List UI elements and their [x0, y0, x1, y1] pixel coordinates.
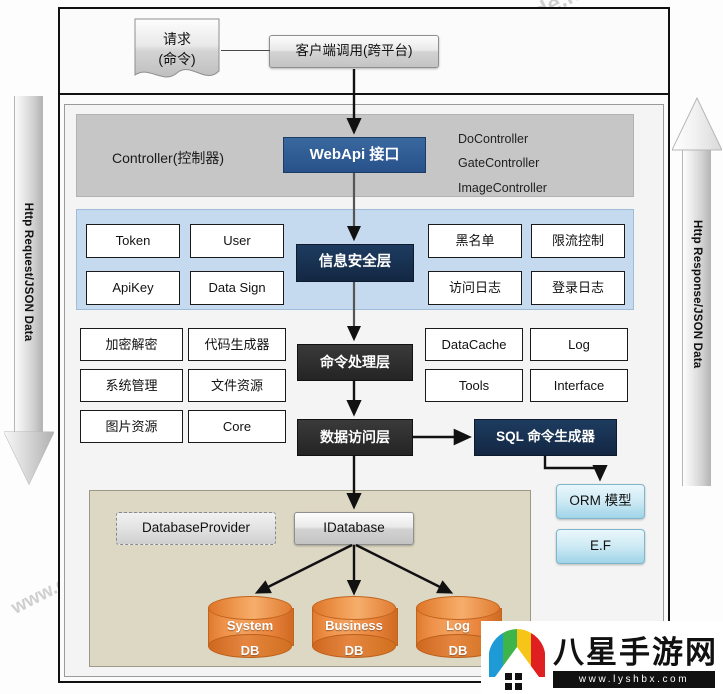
database-label: Business DB	[312, 614, 396, 663]
database-system-db[interactable]: System DB	[208, 596, 294, 658]
controller-item: DoController	[458, 132, 529, 146]
request-node[interactable]: 请求 (命令)	[131, 15, 223, 87]
security-item-rate-limit[interactable]: 限流控制	[531, 224, 625, 258]
command-item-interface[interactable]: Interface	[530, 369, 628, 402]
logo-grid-icon	[505, 673, 522, 690]
command-item-core[interactable]: Core	[188, 410, 286, 443]
diagram-canvas: www.cscode.net www.cscode.net C/S框架网 www…	[0, 0, 723, 694]
security-item-blacklist[interactable]: 黑名单	[428, 224, 522, 258]
ef-node[interactable]: E.F	[556, 529, 645, 564]
command-item-file-res[interactable]: 文件资源	[188, 369, 286, 402]
database-name: System	[226, 618, 274, 633]
security-item-access-log[interactable]: 访问日志	[428, 271, 522, 305]
security-item-apikey[interactable]: ApiKey	[86, 271, 180, 305]
security-item-token[interactable]: Token	[86, 224, 180, 258]
security-layer-node[interactable]: 信息安全层	[296, 244, 414, 282]
command-item-encrypt[interactable]: 加密解密	[80, 328, 183, 361]
http-request-arrow: Http Request/JSON Data	[4, 96, 54, 486]
database-label: System DB	[208, 614, 292, 663]
controller-list: DoController GateController ImageControl…	[458, 127, 618, 200]
webapi-node[interactable]: WebApi 接口	[283, 137, 426, 173]
connector-request-to-client	[221, 50, 270, 51]
database-kind: DB	[240, 642, 260, 658]
http-response-label: Http Response/JSON Data	[691, 220, 703, 369]
request-line-1: 请求	[163, 31, 191, 47]
logo-url: www.lyshbx.com	[553, 671, 715, 688]
security-item-user[interactable]: User	[190, 224, 284, 258]
logo-name: 八星手游网	[553, 635, 718, 671]
command-item-image-res[interactable]: 图片资源	[80, 410, 183, 443]
client-call-node[interactable]: 客户端调用(跨平台)	[269, 35, 439, 68]
orm-model-node[interactable]: ORM 模型	[556, 484, 645, 519]
database-kind: DB	[344, 642, 364, 658]
idatabase-node[interactable]: IDatabase	[294, 512, 414, 545]
site-logo: 八星手游网 www.lyshbx.com	[481, 621, 723, 694]
command-layer-node[interactable]: 命令处理层	[297, 344, 413, 381]
controller-item: GateController	[458, 156, 540, 171]
controller-item: ImageController	[458, 180, 547, 195]
http-response-arrow: Http Response/JSON Data	[672, 96, 722, 486]
database-name: Business	[325, 618, 383, 633]
security-item-data-sign[interactable]: Data Sign	[190, 271, 284, 305]
request-text: 请求 (命令)	[131, 29, 223, 70]
command-item-log[interactable]: Log	[530, 328, 628, 361]
request-line-2: (命令)	[158, 51, 196, 68]
database-business-db[interactable]: Business DB	[312, 596, 398, 658]
data-access-layer-node[interactable]: 数据访问层	[297, 419, 413, 456]
logo-fan-icon	[487, 627, 547, 679]
command-item-datacache[interactable]: DataCache	[425, 328, 523, 361]
command-item-tools[interactable]: Tools	[425, 369, 523, 402]
controller-tier-label: Controller(控制器)	[112, 150, 225, 166]
command-item-system-mgmt[interactable]: 系统管理	[80, 369, 183, 402]
command-item-code-gen[interactable]: 代码生成器	[188, 328, 286, 361]
http-request-label: Http Request/JSON Data	[22, 202, 34, 342]
security-item-login-log[interactable]: 登录日志	[531, 271, 625, 305]
database-provider-node[interactable]: DatabaseProvider	[116, 512, 276, 545]
sql-generator-node[interactable]: SQL 命令生成器	[474, 419, 617, 456]
